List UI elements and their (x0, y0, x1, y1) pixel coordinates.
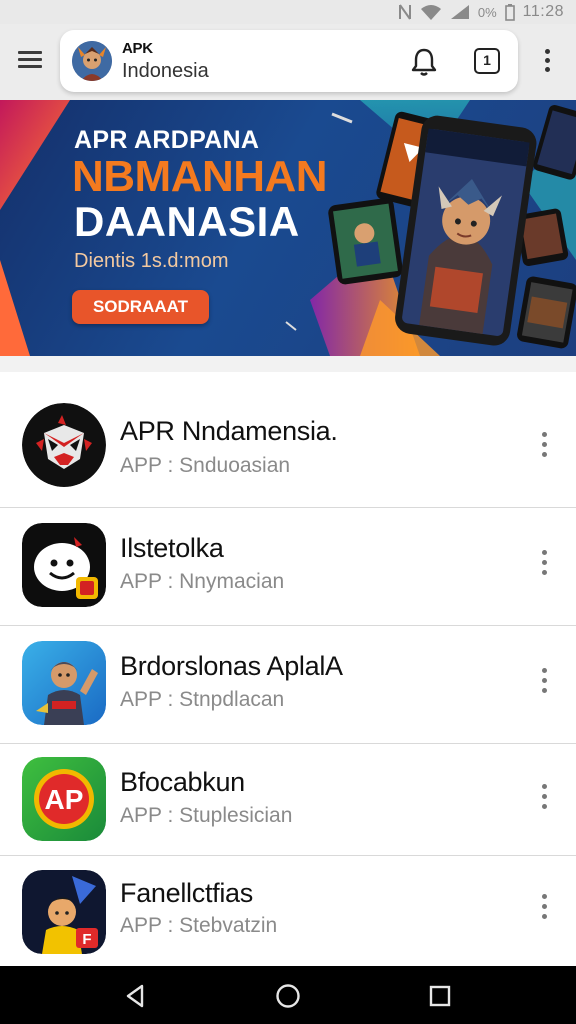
more-vert-icon[interactable] (535, 548, 555, 580)
app-name: Brdorslonas AplalA (120, 651, 343, 681)
cartoon-boy-icon: F (22, 870, 106, 954)
app-name: Ilstetolka (120, 533, 224, 563)
app-list-item[interactable]: F Fanellctfias APP : Stebvatzin (0, 856, 576, 966)
tab-count: 1 (483, 52, 491, 68)
status-time: 11:28 (522, 3, 564, 20)
app-name: Bfocabkun (120, 767, 245, 797)
status-bar: 0% 11:28 (0, 0, 576, 24)
banner-tagline: Dientis 1s.d:mom (74, 250, 229, 272)
section-gap (0, 356, 576, 372)
app-subtitle: APP : Stnpdlacan (120, 688, 285, 711)
app-subtitle: APP : Stuplesician (120, 804, 293, 827)
brand-title: APK (122, 40, 153, 57)
banner-heading-accent: NBMANHAN (72, 152, 328, 201)
banner-heading-small: APR ARDPANA (74, 126, 260, 154)
app-subtitle: APP : Snduoasian (120, 454, 291, 477)
battery-icon (504, 3, 515, 21)
ap-logo-icon: AP (22, 757, 106, 841)
brand-subtitle: Indonesia (122, 60, 209, 82)
svg-text:F: F (82, 931, 91, 948)
promo-banner[interactable]: APR ARDPANA NBMANHAN DAANASIA Dientis 1s… (0, 100, 576, 356)
banner-cta-button[interactable]: SODRAAAT (72, 290, 209, 324)
more-vert-icon[interactable] (535, 782, 555, 814)
app-name: Fanellctfias (120, 878, 253, 908)
smiley-face-icon (22, 523, 106, 607)
tab-count-button[interactable]: 1 (474, 48, 500, 74)
battery-percent: 0% (477, 4, 497, 20)
brand-avatar (72, 41, 112, 81)
app-list-item[interactable]: Ilstetolka APP : Nnymacian (0, 508, 576, 626)
wifi-icon (420, 4, 442, 20)
svg-text:AP: AP (45, 784, 84, 815)
top-app-bar: APK Indonesia 1 (0, 24, 576, 100)
hamburger-icon[interactable] (16, 48, 44, 72)
system-nav-bar (0, 966, 576, 1024)
app-subtitle: APP : Stebvatzin (120, 914, 278, 937)
app-list-item[interactable]: AP Bfocabkun APP : Stuplesician (0, 744, 576, 856)
warrior-character-icon (22, 641, 106, 725)
app-name: APR Nndamensia. (120, 416, 338, 446)
ninja-mask-icon (22, 403, 106, 487)
app-subtitle: APP : Nnymacian (120, 570, 285, 593)
back-triangle-icon[interactable] (122, 982, 150, 1010)
signal-icon (450, 4, 470, 20)
app-list-item[interactable]: Brdorslonas AplalA APP : Stnpdlacan (0, 626, 576, 744)
nfc-icon (398, 3, 412, 21)
brand-search-card[interactable]: APK Indonesia 1 (60, 30, 518, 92)
recents-square-icon[interactable] (426, 982, 454, 1010)
home-circle-icon[interactable] (274, 982, 302, 1010)
more-vert-icon[interactable] (535, 430, 555, 462)
bell-icon[interactable] (410, 47, 438, 77)
more-vert-icon[interactable] (538, 46, 558, 76)
app-list: APR Nndamensia. APP : Snduoasian Ilsteto… (0, 372, 576, 966)
status-icons: 0% 11:28 (398, 2, 564, 22)
banner-heading-main: DAANASIA (74, 198, 300, 245)
more-vert-icon[interactable] (535, 892, 555, 924)
app-list-item[interactable]: APR Nndamensia. APP : Snduoasian (0, 372, 576, 508)
more-vert-icon[interactable] (535, 666, 555, 698)
